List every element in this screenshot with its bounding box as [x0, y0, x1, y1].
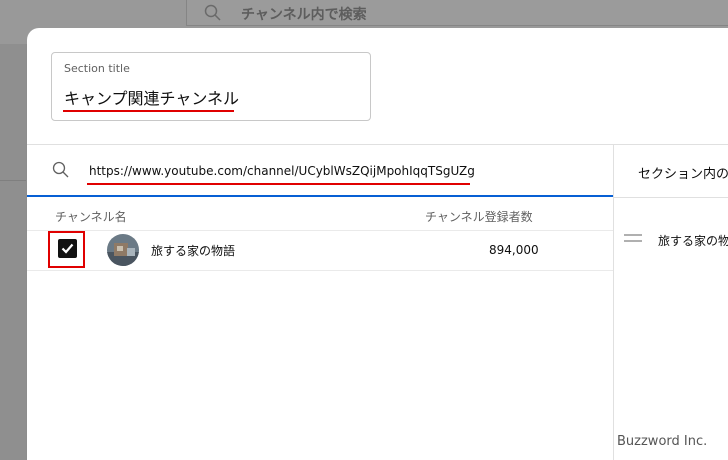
background-left-panel [0, 44, 26, 460]
section-title-field[interactable]: Section title キャンプ関連チャンネル [51, 52, 371, 121]
section-title-label: Section title [64, 62, 130, 75]
column-header-channel-name[interactable]: チャンネル名 [55, 208, 127, 225]
channel-subscriber-count: 894,000 [489, 243, 539, 257]
table-row-divider [27, 270, 613, 271]
selected-channel-item: 旅する家の物 [658, 234, 728, 248]
section-channels-header: セクション内の [638, 167, 728, 182]
drag-handle-icon[interactable] [624, 234, 644, 244]
search-icon [204, 4, 221, 21]
watermark: Buzzword Inc. [617, 434, 708, 449]
section-title-value[interactable]: キャンプ関連チャンネル [64, 85, 239, 109]
annotation-underline [87, 183, 470, 185]
channel-name: 旅する家の物語 [151, 244, 236, 258]
search-icon [52, 161, 69, 178]
background-search-placeholder: チャンネル内で検索 [241, 7, 367, 23]
table-row-divider [27, 230, 613, 231]
channel-select-checkbox[interactable] [58, 239, 77, 258]
channel-url-input[interactable] [89, 164, 489, 178]
checkmark-icon [61, 243, 74, 254]
background-divider [0, 180, 26, 181]
divider [614, 197, 728, 198]
channel-search-row [27, 145, 613, 197]
column-header-subscribers[interactable]: チャンネル登録者数 [425, 208, 533, 225]
search-focus-indicator [27, 195, 613, 197]
pane-divider [613, 144, 614, 460]
background-search-bar: チャンネル内で検索 [186, 0, 728, 26]
channel-avatar [107, 234, 139, 266]
edit-section-dialog: Section title キャンプ関連チャンネル チャンネル名 チャンネル登録… [27, 28, 728, 460]
annotation-underline [63, 110, 234, 112]
